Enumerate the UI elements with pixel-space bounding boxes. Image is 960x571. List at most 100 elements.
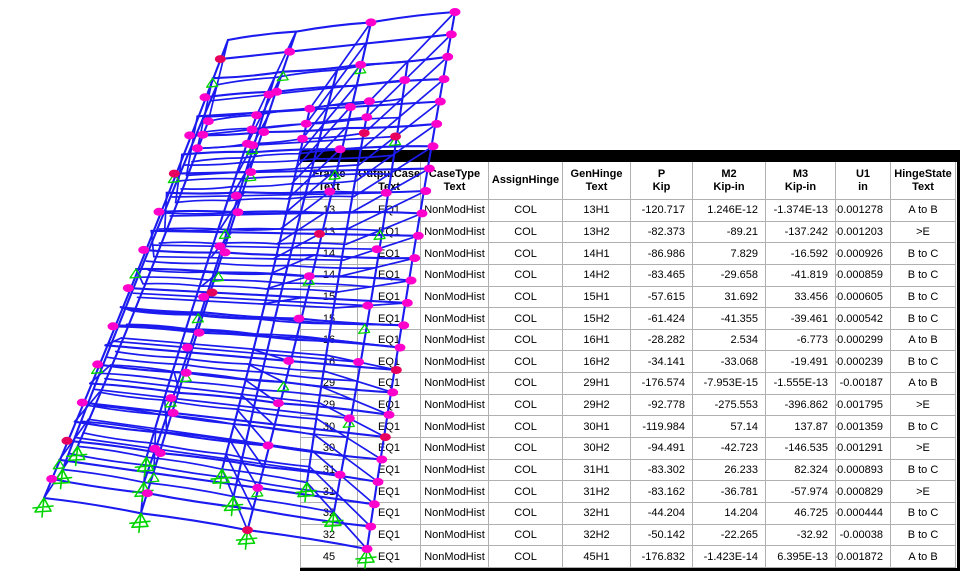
cell-m3[interactable]: 46.725 bbox=[766, 503, 836, 525]
cell-hingestate[interactable]: A to B bbox=[891, 200, 956, 222]
cell-assignhinge[interactable]: COL bbox=[489, 525, 563, 547]
cell-genhinge[interactable]: 16H1 bbox=[563, 330, 631, 352]
cell-genhinge[interactable]: 15H2 bbox=[563, 308, 631, 330]
cell-casetype[interactable]: NonModHist bbox=[421, 308, 489, 330]
cell-assignhinge[interactable]: COL bbox=[489, 265, 563, 287]
cell-outputcase[interactable]: EQ1 bbox=[358, 200, 421, 222]
cell-u1[interactable]: -0.000542 bbox=[836, 308, 891, 330]
cell-p[interactable]: -57.615 bbox=[631, 287, 693, 309]
cell-m3[interactable]: -16.592 bbox=[766, 243, 836, 265]
cell-outputcase[interactable]: EQ1 bbox=[358, 308, 421, 330]
cell-p[interactable]: -61.424 bbox=[631, 308, 693, 330]
cell-genhinge[interactable]: 29H1 bbox=[563, 373, 631, 395]
cell-outputcase[interactable]: EQ1 bbox=[358, 373, 421, 395]
cell-genhinge[interactable]: 45H1 bbox=[563, 546, 631, 568]
cell-p[interactable]: -28.282 bbox=[631, 330, 693, 352]
cell-m2[interactable]: -33.068 bbox=[693, 351, 766, 373]
cell-hingestate[interactable]: B to C bbox=[891, 351, 956, 373]
cell-frame[interactable]: 30 bbox=[301, 416, 358, 438]
cell-m2[interactable]: 26.233 bbox=[693, 460, 766, 482]
cell-m2[interactable]: -36.781 bbox=[693, 481, 766, 503]
cell-m2[interactable]: 31.692 bbox=[693, 287, 766, 309]
cell-frame[interactable]: 14 bbox=[301, 265, 358, 287]
header-cell-casetype[interactable]: CaseTypeText bbox=[421, 162, 489, 200]
cell-genhinge[interactable]: 32H2 bbox=[563, 525, 631, 547]
cell-u1[interactable]: -0.000859 bbox=[836, 265, 891, 287]
cell-outputcase[interactable]: EQ1 bbox=[358, 265, 421, 287]
cell-m2[interactable]: -41.355 bbox=[693, 308, 766, 330]
cell-m2[interactable]: -42.723 bbox=[693, 438, 766, 460]
cell-m2[interactable]: -1.423E-14 bbox=[693, 546, 766, 568]
cell-frame[interactable]: 45 bbox=[301, 546, 358, 568]
cell-outputcase[interactable]: EQ1 bbox=[358, 438, 421, 460]
header-cell-m2[interactable]: M2Kip-in bbox=[693, 162, 766, 200]
cell-m3[interactable]: -57.974 bbox=[766, 481, 836, 503]
cell-hingestate[interactable]: B to C bbox=[891, 265, 956, 287]
cell-casetype[interactable]: NonModHist bbox=[421, 416, 489, 438]
cell-outputcase[interactable]: EQ1 bbox=[358, 525, 421, 547]
cell-frame[interactable]: 30 bbox=[301, 438, 358, 460]
cell-genhinge[interactable]: 14H2 bbox=[563, 265, 631, 287]
cell-p[interactable]: -94.491 bbox=[631, 438, 693, 460]
cell-assignhinge[interactable]: COL bbox=[489, 222, 563, 244]
cell-m3[interactable]: -396.862 bbox=[766, 395, 836, 417]
cell-hingestate[interactable]: >E bbox=[891, 481, 956, 503]
cell-frame[interactable]: 13 bbox=[301, 222, 358, 244]
cell-outputcase[interactable]: EQ1 bbox=[358, 416, 421, 438]
cell-m2[interactable]: -7.953E-15 bbox=[693, 373, 766, 395]
cell-assignhinge[interactable]: COL bbox=[489, 460, 563, 482]
cell-m2[interactable]: -22.265 bbox=[693, 525, 766, 547]
cell-m2[interactable]: -89.21 bbox=[693, 222, 766, 244]
cell-m2[interactable]: 2.534 bbox=[693, 330, 766, 352]
cell-u1[interactable]: -0.000829 bbox=[836, 481, 891, 503]
cell-p[interactable]: -82.373 bbox=[631, 222, 693, 244]
cell-p[interactable]: -83.465 bbox=[631, 265, 693, 287]
cell-casetype[interactable]: NonModHist bbox=[421, 222, 489, 244]
cell-p[interactable]: -119.984 bbox=[631, 416, 693, 438]
cell-assignhinge[interactable]: COL bbox=[489, 438, 563, 460]
cell-m3[interactable]: -137.242 bbox=[766, 222, 836, 244]
cell-genhinge[interactable]: 14H1 bbox=[563, 243, 631, 265]
cell-hingestate[interactable]: B to C bbox=[891, 460, 956, 482]
cell-hingestate[interactable]: B to C bbox=[891, 503, 956, 525]
header-cell-u1[interactable]: U1in bbox=[836, 162, 891, 200]
cell-outputcase[interactable]: EQ1 bbox=[358, 395, 421, 417]
cell-genhinge[interactable]: 31H2 bbox=[563, 481, 631, 503]
cell-frame[interactable]: 29 bbox=[301, 373, 358, 395]
cell-m2[interactable]: -275.553 bbox=[693, 395, 766, 417]
cell-outputcase[interactable]: EQ1 bbox=[358, 351, 421, 373]
cell-u1[interactable]: -0.000605 bbox=[836, 287, 891, 309]
cell-assignhinge[interactable]: COL bbox=[489, 416, 563, 438]
cell-p[interactable]: -83.162 bbox=[631, 481, 693, 503]
cell-hingestate[interactable]: >E bbox=[891, 222, 956, 244]
cell-hingestate[interactable]: B to C bbox=[891, 525, 956, 547]
cell-casetype[interactable]: NonModHist bbox=[421, 481, 489, 503]
cell-outputcase[interactable]: EQ1 bbox=[358, 287, 421, 309]
header-cell-assignhinge[interactable]: AssignHinge bbox=[489, 162, 563, 200]
cell-genhinge[interactable]: 30H1 bbox=[563, 416, 631, 438]
cell-assignhinge[interactable]: COL bbox=[489, 330, 563, 352]
cell-p[interactable]: -83.302 bbox=[631, 460, 693, 482]
cell-outputcase[interactable]: EQ1 bbox=[358, 503, 421, 525]
cell-p[interactable]: -50.142 bbox=[631, 525, 693, 547]
cell-casetype[interactable]: NonModHist bbox=[421, 287, 489, 309]
cell-u1[interactable]: -0.001291 bbox=[836, 438, 891, 460]
cell-m3[interactable]: -1.555E-13 bbox=[766, 373, 836, 395]
cell-hingestate[interactable]: >E bbox=[891, 438, 956, 460]
cell-frame[interactable]: 31 bbox=[301, 460, 358, 482]
cell-frame[interactable]: 16 bbox=[301, 351, 358, 373]
cell-u1[interactable]: -0.001359 bbox=[836, 416, 891, 438]
cell-outputcase[interactable]: EQ1 bbox=[358, 481, 421, 503]
cell-frame[interactable]: 32 bbox=[301, 525, 358, 547]
cell-u1[interactable]: -0.001872 bbox=[836, 546, 891, 568]
cell-u1[interactable]: -0.000926 bbox=[836, 243, 891, 265]
cell-frame[interactable]: 16 bbox=[301, 330, 358, 352]
cell-frame[interactable]: 32 bbox=[301, 503, 358, 525]
cell-casetype[interactable]: NonModHist bbox=[421, 373, 489, 395]
cell-hingestate[interactable]: A to B bbox=[891, 373, 956, 395]
cell-m3[interactable]: 33.456 bbox=[766, 287, 836, 309]
cell-p[interactable]: -176.832 bbox=[631, 546, 693, 568]
cell-genhinge[interactable]: 32H1 bbox=[563, 503, 631, 525]
cell-assignhinge[interactable]: COL bbox=[489, 546, 563, 568]
cell-assignhinge[interactable]: COL bbox=[489, 287, 563, 309]
